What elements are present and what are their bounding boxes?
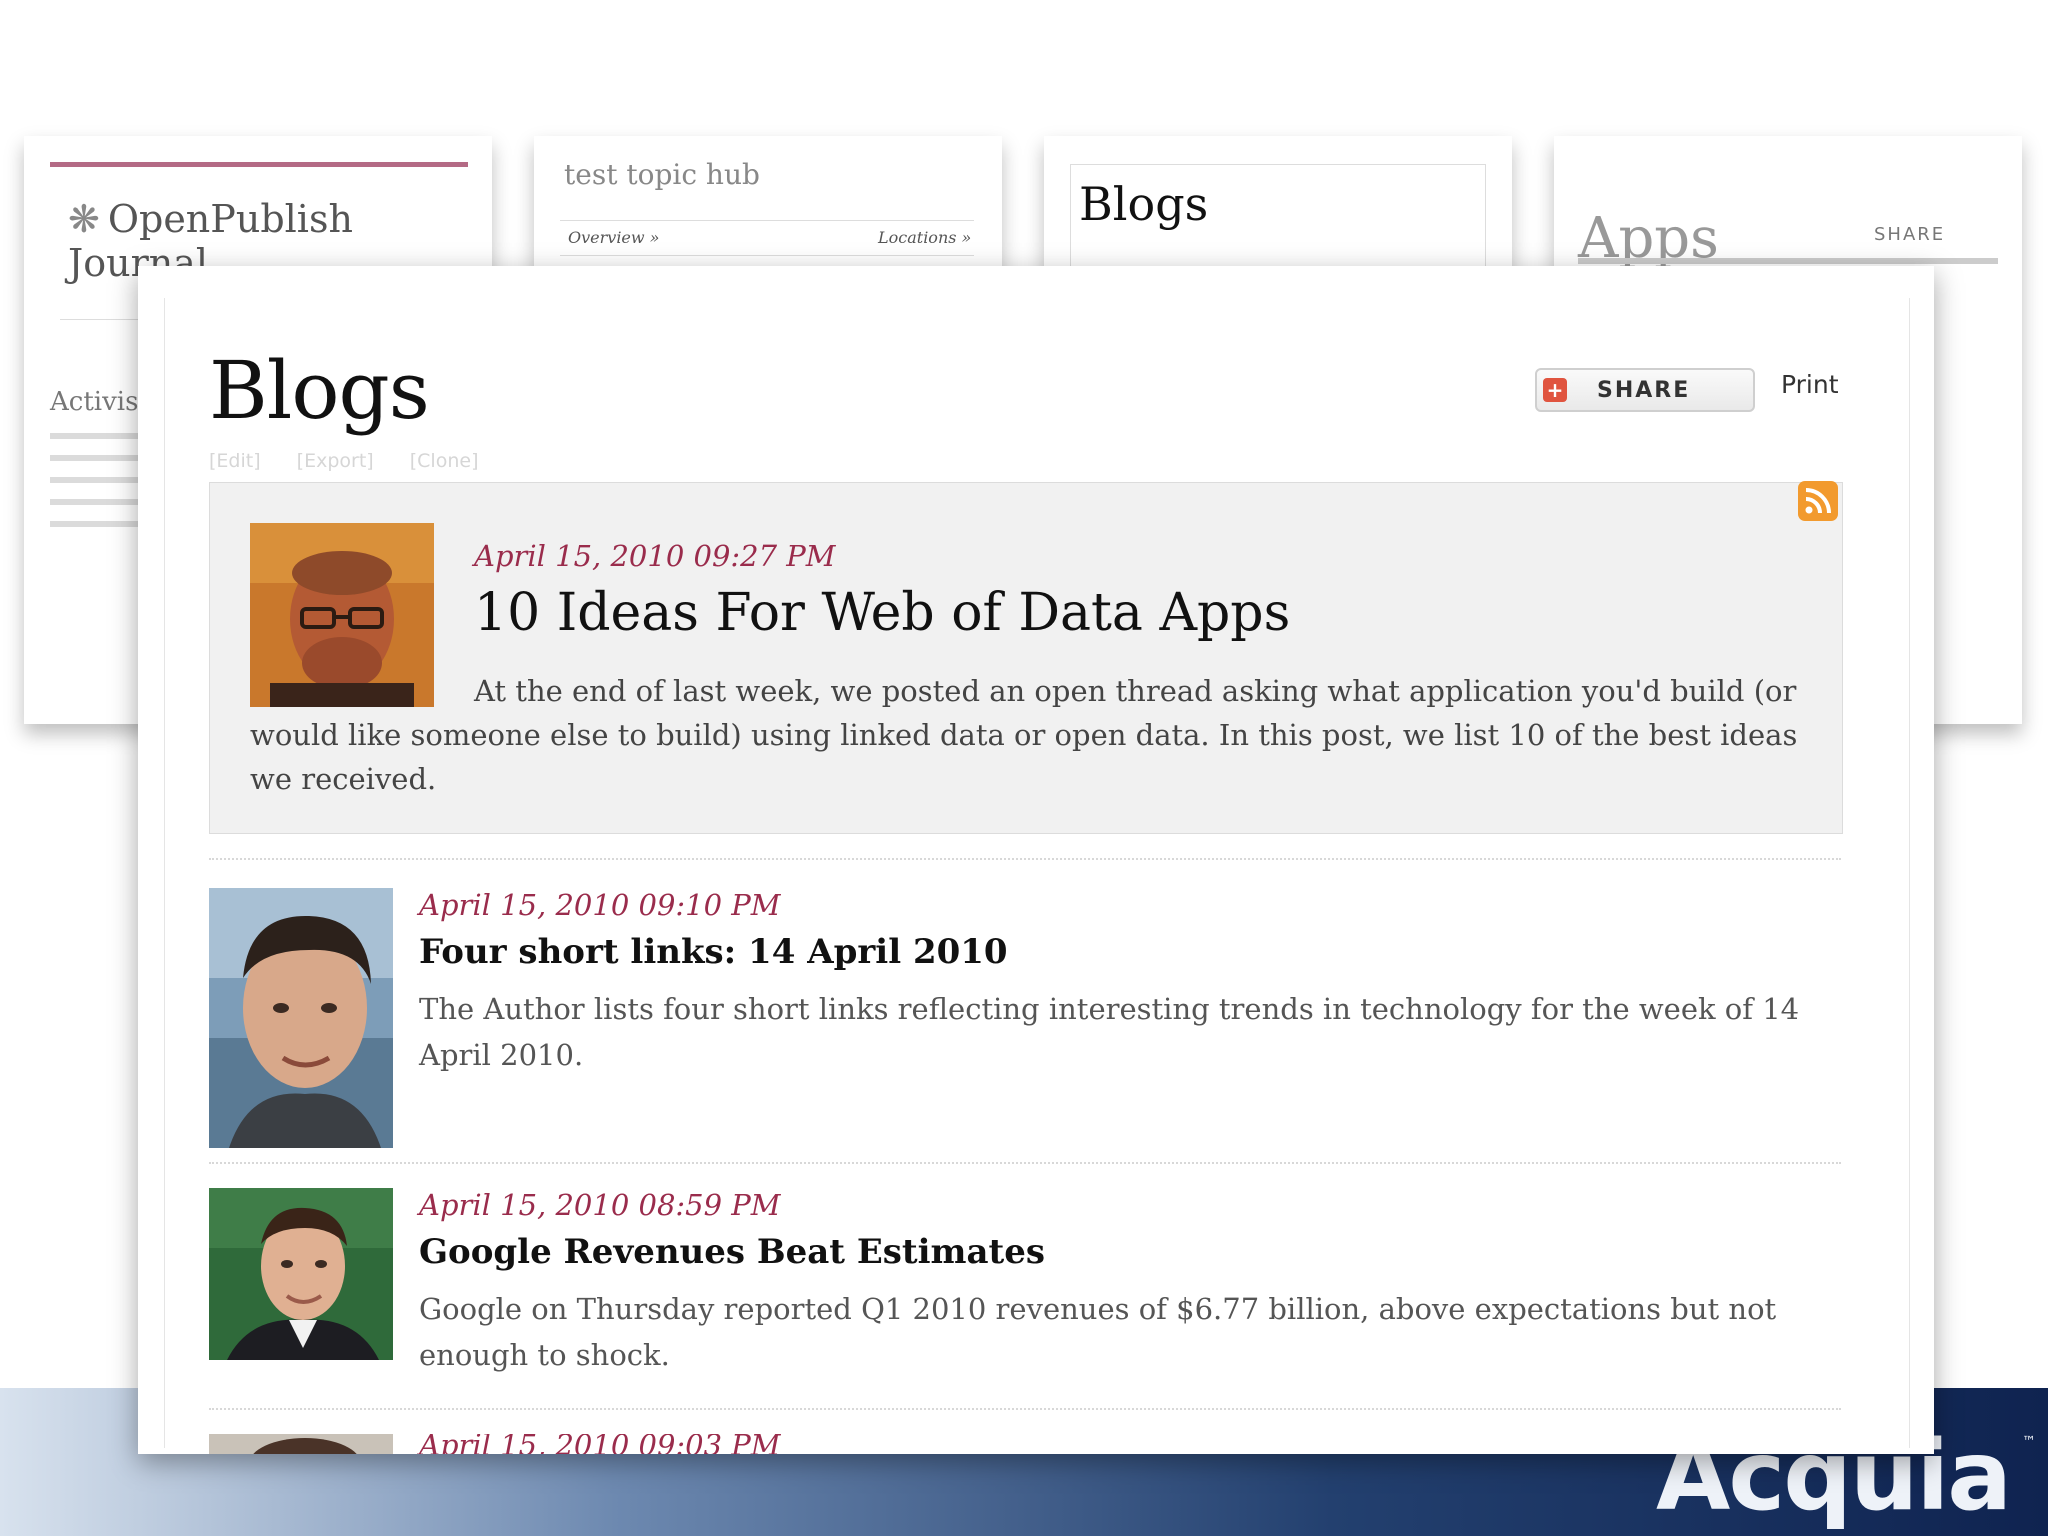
main-blogs-window: Blogs [Edit] [Export] [Clone] + SHARE Pr… <box>138 266 1934 1454</box>
blogs-thumb-box: Blogs <box>1070 164 1486 276</box>
brand-trademark: ™ <box>2022 1434 2036 1450</box>
post-date: April 15, 2010 08:59 PM <box>419 1188 781 1222</box>
main-content-frame: Blogs [Edit] [Export] [Clone] + SHARE Pr… <box>164 298 1910 1454</box>
post-divider <box>209 1162 1841 1164</box>
edit-link[interactable]: [Edit] <box>209 450 261 472</box>
list-item: April 15, 2010 09:10 PM Four short links… <box>209 888 1841 1148</box>
post-divider <box>209 1408 1841 1410</box>
blogs-thumb-title: Blogs <box>1079 177 1209 231</box>
share-button[interactable]: + SHARE <box>1535 368 1755 412</box>
post-date: April 15, 2010 09:03 PM <box>419 1434 781 1454</box>
author-photo[interactable] <box>209 888 393 1148</box>
export-link[interactable]: [Export] <box>297 450 374 472</box>
topic-hub-title: test topic hub <box>564 158 760 191</box>
rss-icon[interactable] <box>1798 481 1838 521</box>
post-divider <box>209 858 1841 860</box>
print-link[interactable]: Print <box>1781 370 1839 399</box>
list-item: April 15, 2010 08:59 PM Google Revenues … <box>209 1188 1841 1372</box>
post-excerpt: At the end of last week, we posted an op… <box>250 674 1798 796</box>
post-date: April 15, 2010 09:27 PM <box>474 539 836 573</box>
apps-thumb-bar <box>1578 258 1998 264</box>
post-excerpt: Google on Thursday reported Q1 2010 reve… <box>419 1292 1777 1372</box>
tree-icon: ❋ <box>68 197 100 241</box>
author-photo[interactable] <box>209 1188 393 1360</box>
post-title[interactable]: Google Revenues Beat Estimates <box>419 1232 1045 1272</box>
share-button-label: SHARE <box>1597 378 1691 403</box>
author-photo[interactable] <box>209 1434 393 1454</box>
topic-hub-tabs: Overview » Locations » <box>560 220 974 256</box>
tab-locations[interactable]: Locations » <box>878 228 971 247</box>
page-title: Blogs <box>209 344 430 437</box>
admin-links: [Edit] [Export] [Clone] <box>209 450 508 472</box>
clone-link[interactable]: [Clone] <box>410 450 479 472</box>
tab-overview[interactable]: Overview » <box>568 228 659 247</box>
list-item: April 15, 2010 09:03 PM <box>209 1434 1841 1454</box>
thumb-toplinks <box>50 173 468 183</box>
post-title[interactable]: Four short links: 14 April 2010 <box>419 932 1008 972</box>
apps-thumb-share: SHARE <box>1874 224 1946 245</box>
featured-post: April 15, 2010 09:27 PM 10 Ideas For Web… <box>209 481 1843 834</box>
post-excerpt: The Author lists four short links reflec… <box>419 992 1800 1072</box>
post-title[interactable]: 10 Ideas For Web of Data Apps <box>474 583 1290 643</box>
post-date: April 15, 2010 09:10 PM <box>419 888 781 922</box>
plus-icon: + <box>1543 378 1567 402</box>
